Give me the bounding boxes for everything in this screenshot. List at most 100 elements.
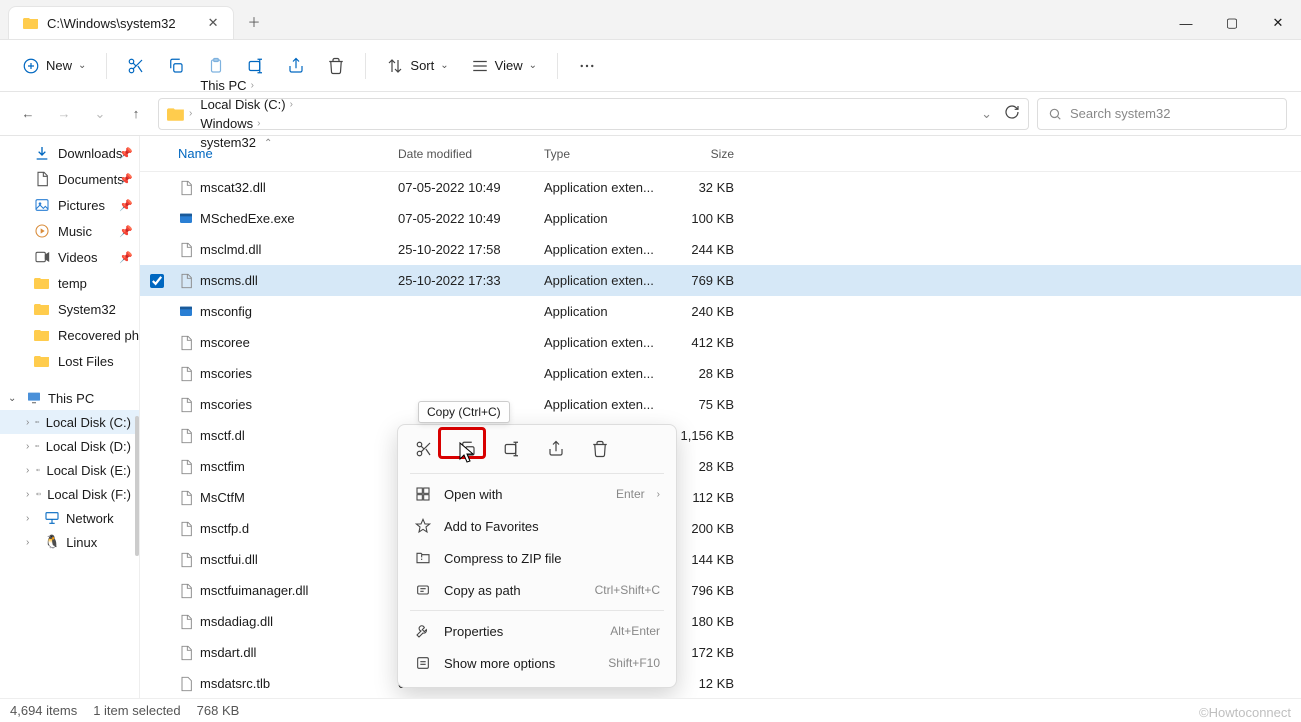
wrench-icon bbox=[414, 622, 432, 640]
file-row[interactable]: msctfuimanager.dll 25-10-2022 17:35 Appl… bbox=[140, 575, 1301, 606]
sidebar-item[interactable]: Documents📌 bbox=[0, 166, 139, 192]
up-button[interactable]: ↑ bbox=[122, 100, 150, 128]
ctx-item-label: Properties bbox=[444, 624, 598, 639]
chevron-down-icon[interactable]: ⌄ bbox=[981, 106, 992, 122]
view-button[interactable]: View ⌄ bbox=[463, 51, 545, 81]
sidebar-drive[interactable]: ›Local Disk (D:) bbox=[0, 434, 139, 458]
drive-icon bbox=[36, 486, 41, 502]
ctx-item[interactable]: Open with Enter › bbox=[402, 478, 672, 510]
tab-close-icon[interactable]: ✕ bbox=[208, 15, 219, 31]
sidebar-item[interactable]: Lost Files bbox=[0, 348, 139, 374]
copy-button[interactable] bbox=[159, 51, 193, 81]
ctx-item[interactable]: Properties Alt+Enter bbox=[402, 615, 672, 647]
sidebar-thispc[interactable]: ⌄ This PC bbox=[0, 386, 139, 410]
file-icon bbox=[178, 583, 194, 599]
ctx-item[interactable]: Show more options Shift+F10 bbox=[402, 647, 672, 679]
file-row[interactable]: msctf.dl Application exten... 1,156 KB bbox=[140, 420, 1301, 451]
minimize-button[interactable]: — bbox=[1163, 7, 1209, 39]
sidebar-item[interactable]: Recovered ph bbox=[0, 322, 139, 348]
file-name: msctfui.dll bbox=[200, 552, 258, 567]
column-name[interactable]: Name⌃ bbox=[178, 146, 398, 161]
sidebar-item[interactable]: Pictures📌 bbox=[0, 192, 139, 218]
file-type: Application bbox=[544, 211, 664, 226]
row-checkbox[interactable] bbox=[150, 274, 164, 288]
drive-icon bbox=[35, 414, 39, 430]
chevron-down-icon: ⌄ bbox=[440, 60, 448, 71]
file-row[interactable]: mscms.dll 25-10-2022 17:33 Application e… bbox=[140, 265, 1301, 296]
sidebar-item-label: Videos bbox=[58, 250, 98, 265]
status-selected: 1 item selected bbox=[93, 703, 180, 718]
file-row[interactable]: msctfp.d Application exten... 200 KB bbox=[140, 513, 1301, 544]
file-row[interactable]: msctfui.dll 07-05-2022 10:49 Application… bbox=[140, 544, 1301, 575]
crumb[interactable]: Windows › bbox=[196, 114, 297, 133]
file-icon bbox=[178, 273, 194, 289]
file-name: MSchedExe.exe bbox=[200, 211, 295, 226]
file-row[interactable]: msconfig Application 240 KB bbox=[140, 296, 1301, 327]
folder-icon bbox=[167, 105, 185, 123]
sidebar-linux[interactable]: › 🐧 Linux bbox=[0, 530, 139, 554]
sidebar-network[interactable]: › Network bbox=[0, 506, 139, 530]
file-row[interactable]: msctfim IME File 28 KB bbox=[140, 451, 1301, 482]
sidebar-item[interactable]: Videos 📌 bbox=[0, 244, 139, 270]
sidebar-item[interactable]: System32 bbox=[0, 296, 139, 322]
file-size: 75 KB bbox=[664, 397, 734, 412]
file-name: MsCtfM bbox=[200, 490, 245, 505]
sort-button[interactable]: Sort ⌄ bbox=[378, 51, 456, 81]
sidebar-item-label: Downloads bbox=[58, 146, 122, 161]
ctx-item[interactable]: Compress to ZIP file bbox=[402, 542, 672, 574]
file-row[interactable]: msdadiag.dll 25-10-2022 17:30 Applicatio… bbox=[140, 606, 1301, 637]
file-row[interactable]: msclmd.dll 25-10-2022 17:58 Application … bbox=[140, 234, 1301, 265]
file-row[interactable]: mscat32.dll 07-05-2022 10:49 Application… bbox=[140, 172, 1301, 203]
crumb[interactable]: Local Disk (C:) › bbox=[196, 95, 297, 114]
ctx-share-button[interactable] bbox=[544, 437, 568, 461]
paste-button[interactable] bbox=[199, 51, 233, 81]
file-row[interactable]: MsCtfM Application exten... 112 KB bbox=[140, 482, 1301, 513]
ctx-item[interactable]: Add to Favorites bbox=[402, 510, 672, 542]
search-box[interactable]: Search system32 bbox=[1037, 98, 1287, 130]
folder-icon bbox=[23, 15, 39, 31]
ctx-cut-button[interactable] bbox=[412, 437, 436, 461]
forward-button[interactable]: → bbox=[50, 100, 78, 128]
file-size: 244 KB bbox=[664, 242, 734, 257]
file-name: mscories bbox=[200, 366, 252, 381]
ctx-item-label: Open with bbox=[444, 487, 604, 502]
sidebar-drive[interactable]: ›Local Disk (E:) bbox=[0, 458, 139, 482]
recent-button[interactable]: ⌄ bbox=[86, 100, 114, 128]
close-button[interactable]: ✕ bbox=[1255, 7, 1301, 39]
status-bar: 4,694 items 1 item selected 768 KB bbox=[0, 698, 1301, 722]
tab-active[interactable]: C:\Windows\system32 ✕ bbox=[8, 6, 234, 39]
maximize-button[interactable]: ▢ bbox=[1209, 7, 1255, 39]
file-name: mscories bbox=[200, 397, 252, 412]
ctx-delete-button[interactable] bbox=[588, 437, 612, 461]
column-date[interactable]: Date modified bbox=[398, 147, 544, 161]
file-row[interactable]: MSchedExe.exe 07-05-2022 10:49 Applicati… bbox=[140, 203, 1301, 234]
sidebar-item[interactable]: Downloads📌 bbox=[0, 140, 139, 166]
file-row[interactable]: mscories Application exten... 28 KB bbox=[140, 358, 1301, 389]
column-type[interactable]: Type bbox=[544, 147, 664, 161]
file-row[interactable]: mscoree Application exten... 412 KB bbox=[140, 327, 1301, 358]
new-tab-button[interactable]: ＋ bbox=[236, 4, 273, 39]
delete-button[interactable] bbox=[319, 51, 353, 81]
file-icon bbox=[178, 521, 194, 537]
breadcrumb[interactable]: › This PC ›Local Disk (C:) ›Windows ›sys… bbox=[158, 98, 1029, 130]
sidebar-drive[interactable]: ›Local Disk (F:) bbox=[0, 482, 139, 506]
sidebar-item[interactable]: Music📌 bbox=[0, 218, 139, 244]
file-row[interactable]: mscories Application exten... 75 KB bbox=[140, 389, 1301, 420]
file-icon bbox=[178, 180, 194, 196]
network-icon bbox=[44, 510, 60, 526]
back-button[interactable]: ← bbox=[14, 100, 42, 128]
file-row[interactable]: msdart.dll 07-05-2022 10:49 Application … bbox=[140, 637, 1301, 668]
more-button[interactable] bbox=[570, 51, 604, 81]
file-row[interactable]: msdatsrc.tlb 07-05-2022 10:50 TLB File 1… bbox=[140, 668, 1301, 698]
sidebar-item[interactable]: temp bbox=[0, 270, 139, 296]
pin-icon: 📌 bbox=[119, 251, 133, 264]
sidebar-drive[interactable]: ›Local Disk (C:) bbox=[0, 410, 139, 434]
ctx-item[interactable]: Copy as path Ctrl+Shift+C bbox=[402, 574, 672, 606]
column-size[interactable]: Size bbox=[664, 147, 734, 161]
ctx-rename-button[interactable] bbox=[500, 437, 524, 461]
cut-button[interactable] bbox=[119, 51, 153, 81]
refresh-button[interactable] bbox=[1004, 104, 1020, 123]
file-icon bbox=[178, 645, 194, 661]
new-button[interactable]: New ⌄ bbox=[14, 51, 94, 81]
file-date: 07-05-2022 10:49 bbox=[398, 180, 544, 195]
